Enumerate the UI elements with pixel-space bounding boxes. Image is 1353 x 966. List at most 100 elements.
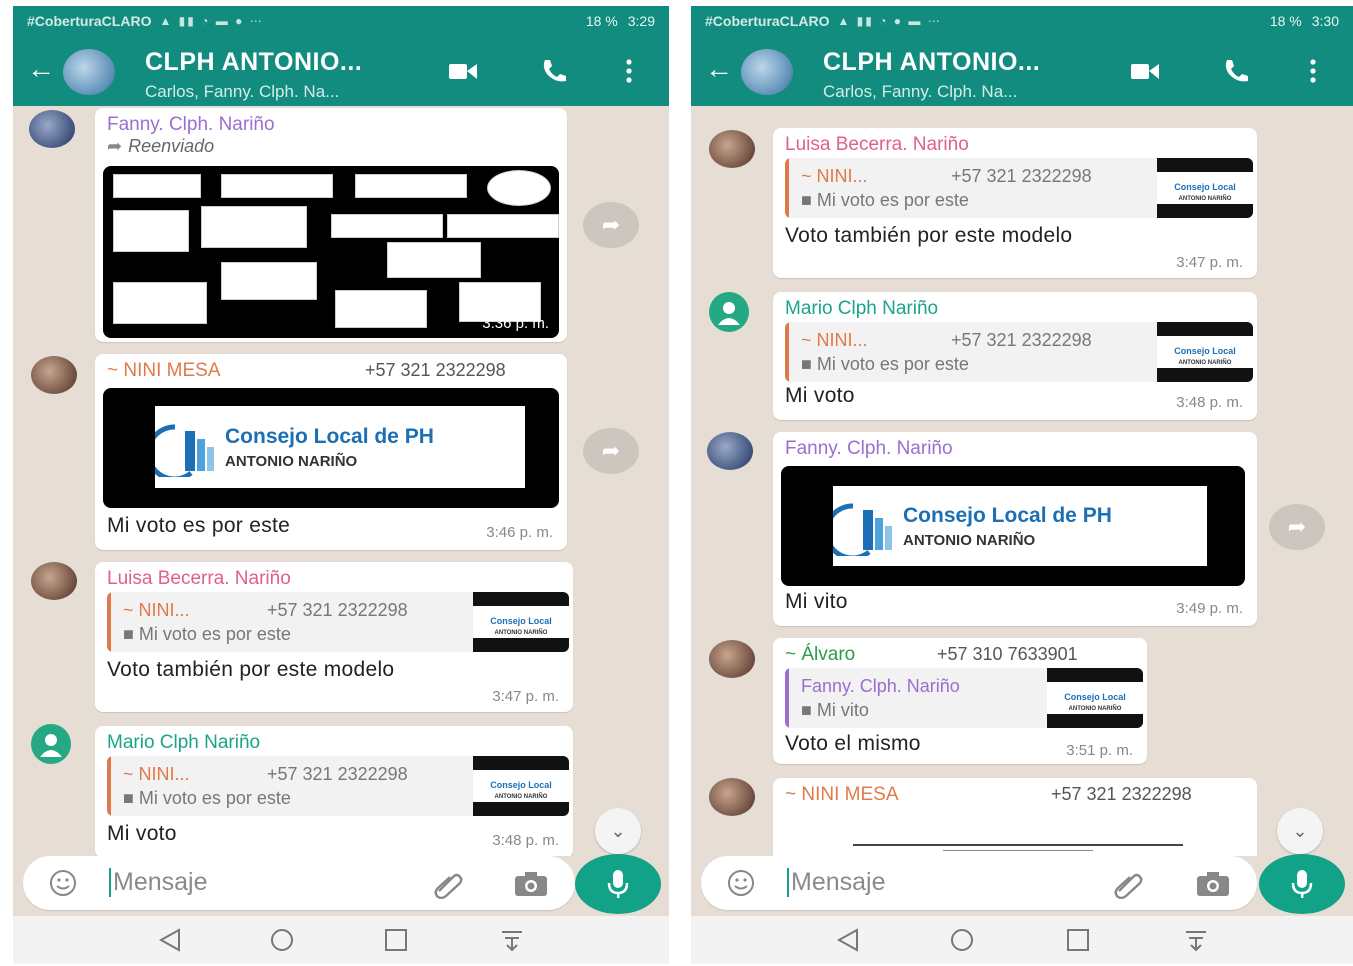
sender-avatar[interactable] [29,110,75,148]
videocam-icon[interactable] [1129,56,1161,86]
logo-thumbnail [331,214,443,238]
voice-record-button[interactable] [1259,854,1345,914]
sender-phone: +57 321 2322298 [365,360,506,380]
quote-sender: Fanny. Clph. Nariño [801,676,960,696]
system-nav-bar [691,916,1353,964]
camera-icon[interactable] [513,870,549,898]
forwarded-text: Reenviado [128,136,215,156]
arrow-left-icon[interactable]: ← [705,54,733,84]
battery-level: 18 % [585,13,618,29]
sender-name[interactable]: ~ Álvaro [785,644,855,666]
message-bubble[interactable]: Luisa Becerra. Nariño ~ NINI... +57 321 … [95,562,573,712]
message-bubble[interactable]: Mario Clph Nariño ~ NINI... +57 321 2322… [773,292,1257,420]
sender-name[interactable]: ~ NINI MESA [785,784,899,806]
nav-recents-icon[interactable] [381,926,411,954]
sender-name[interactable]: Mario Clph Nariño [785,298,938,320]
quoted-message[interactable]: ~ NINI... +57 321 2322298 ■ Mi voto es p… [785,322,1253,382]
quoted-message[interactable]: ~ NINI... +57 321 2322298 ■ Mi voto es p… [107,756,569,816]
sender-name[interactable]: Luisa Becerra. Nariño [107,568,291,590]
message-list[interactable]: Fanny. Clph. Nariño ➦ Reenviado 3:36 p. m… [13,106,669,856]
nav-home-icon[interactable] [947,926,977,954]
message-text: Mi vito [785,590,848,613]
message-bubble[interactable]: Mario Clph Nariño ~ NINI... +57 321 2322… [95,726,573,856]
quote-text: ■ Mi voto es por este [123,788,291,809]
message-input[interactable]: Mensaje [23,856,575,910]
message-time: 3:49 p. m. [1176,600,1243,617]
image-attachment[interactable]: Consejo Local de PH ANTONIO NARIÑO [103,388,559,508]
message-text: Mi voto [107,822,177,845]
quote-bar [785,668,789,728]
nav-back-icon[interactable] [833,926,863,954]
quote-text: ■ Mi voto es por este [801,354,969,375]
quote-bar [107,756,111,816]
quoted-message[interactable]: Fanny. Clph. Nariño ■ Mi vito Consejo Lo… [785,668,1143,728]
quoted-message[interactable]: ~ NINI... +57 321 2322298 ■ Mi voto es p… [785,158,1253,218]
nav-notifications-icon[interactable] [1181,926,1211,954]
battery-level: 18 % [1269,13,1302,29]
sender-avatar[interactable] [709,130,755,168]
arrow-left-icon[interactable]: ← [27,54,55,84]
sender-avatar[interactable] [709,640,755,678]
group-avatar[interactable] [63,49,115,95]
chat-title[interactable]: CLPH ANTONIO... [145,48,362,77]
attach-clip-icon[interactable] [431,869,465,899]
chat-title[interactable]: CLPH ANTONIO... [823,48,1040,77]
nav-recents-icon[interactable] [1063,926,1093,954]
voice-record-button[interactable] [575,854,661,914]
sender-avatar[interactable] [31,562,77,600]
sender-avatar[interactable] [31,356,77,394]
message-bubble[interactable]: Fanny. Clph. Nariño ➦ Reenviado 3:36 p. m… [95,108,567,342]
message-input[interactable]: Mensaje [701,856,1257,910]
group-avatar[interactable] [741,49,793,95]
carrier-label: #CoberturaCLARO [705,13,830,29]
chat-subtitle[interactable]: Carlos, Fanny. Clph. Na... [145,82,339,102]
sender-avatar[interactable] [709,292,749,332]
nav-notifications-icon[interactable] [497,926,527,954]
message-bubble[interactable]: Fanny. Clph. Nariño Consejo Local de PH … [773,432,1257,626]
more-options-icon[interactable] [619,56,651,86]
scroll-down-icon[interactable]: ⌄ [595,808,641,854]
logo-thumbnail [221,262,317,300]
message-bubble[interactable]: ~ Álvaro +57 310 7633901 Fanny. Clph. Na… [773,638,1147,764]
phone-screen-right: #CoberturaCLARO ▲ ▮▮ ◔ ● ▬ ⋯ 18 % 3:30 ←… [691,6,1353,964]
scroll-down-icon[interactable]: ⌄ [1277,808,1323,854]
forward-share-icon[interactable]: ➦ [1269,504,1325,550]
logo-thumbnail [113,174,201,198]
sender-name[interactable]: Luisa Becerra. Nariño [785,134,969,156]
quote-sender: ~ NINI... [123,764,190,784]
message-list[interactable]: Luisa Becerra. Nariño ~ NINI... +57 321 … [691,106,1353,856]
forward-share-icon[interactable]: ➦ [583,202,639,248]
phone-call-icon[interactable] [1219,56,1251,86]
image-collage[interactable]: 3:36 p. m. [103,166,559,338]
logo-thumbnail [447,214,559,238]
quote-text: ■ Mi voto es por este [801,190,969,211]
forward-share-icon[interactable]: ➦ [583,428,639,474]
sender-avatar[interactable] [31,724,71,764]
phone-call-icon[interactable] [537,56,569,86]
sender-avatar[interactable] [709,778,755,816]
camera-icon[interactable] [1195,870,1231,898]
sender-name[interactable]: Mario Clph Nariño [107,732,260,754]
more-options-icon[interactable] [1303,56,1335,86]
sender-name[interactable]: Fanny. Clph. Nariño [785,438,953,460]
emoji-icon[interactable] [727,869,755,897]
message-bubble[interactable]: Luisa Becerra. Nariño ~ NINI... +57 321 … [773,128,1257,278]
logo-thumbnail [221,174,333,198]
logo-thumbnail [113,210,189,252]
nav-home-icon[interactable] [267,926,297,954]
nav-back-icon[interactable] [155,926,185,954]
quote-thumbnail: Consejo Local ANTONIO NARIÑO [473,592,569,652]
sender-name[interactable]: ~ NINI MESA [107,360,221,382]
quoted-message[interactable]: ~ NINI... +57 321 2322298 ■ Mi voto es p… [107,592,569,652]
sender-avatar[interactable] [707,432,753,470]
videocam-icon[interactable] [447,56,479,86]
message-bubble[interactable]: ~ NINI MESA +57 321 2322298 Consejo Loca… [95,354,567,550]
attach-clip-icon[interactable] [1111,869,1145,899]
message-bubble[interactable]: ~ NINI MESA +57 321 2322298 [773,778,1257,856]
emoji-icon[interactable] [49,869,77,897]
chat-subtitle[interactable]: Carlos, Fanny. Clph. Na... [823,82,1017,102]
quote-text: ■ Mi voto es por este [123,624,291,645]
image-attachment[interactable]: Consejo Local de PH ANTONIO NARIÑO [781,466,1245,586]
status-time: 3:29 [627,13,655,29]
sender-name[interactable]: Fanny. Clph. Nariño [107,114,275,136]
